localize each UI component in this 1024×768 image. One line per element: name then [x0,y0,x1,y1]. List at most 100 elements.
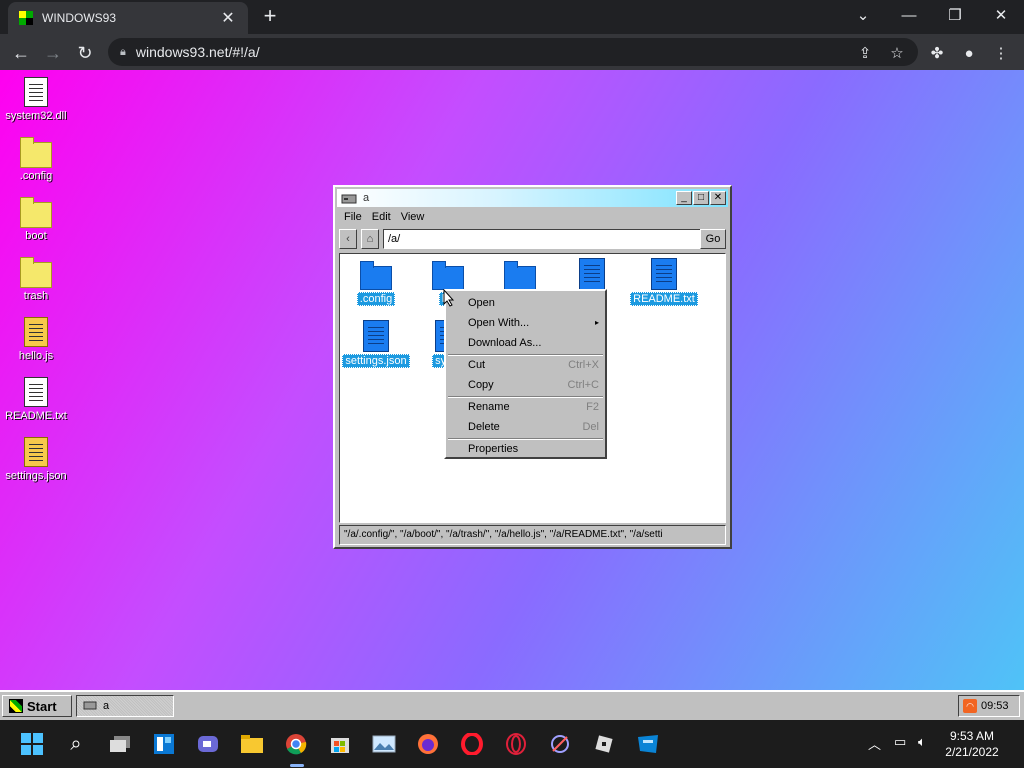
app-blue-icon[interactable] [634,730,662,758]
browser-tabstrip: WINDOWS93 ✕ + ⌄ — ❐ ✕ [0,0,1024,34]
ctx-open[interactable]: Open [468,294,601,312]
file-item-config[interactable]: .config [341,258,411,306]
task-view-icon[interactable] [106,730,134,758]
profile-icon[interactable]: ● [956,40,982,66]
go-button[interactable]: Go [700,229,726,249]
file-item-settings[interactable]: settings.json [341,320,411,368]
clock-time: 9:53 AM [949,729,995,743]
windows93-favicon [18,10,34,26]
task-label: a [103,700,110,712]
os-taskbar: ⌕ ︿ ▭ 🔈︎ 9:53 AM 2/21/2022 [0,720,1024,768]
windows-start-icon[interactable] [18,730,46,758]
active-app-indicator [290,764,304,767]
lock-icon: 🔒︎ [120,45,126,58]
close-window-button[interactable]: ✕ [978,0,1024,30]
desktop-icon-hellojs[interactable]: hello.js [2,316,70,362]
desktop-icon-label: .config [19,170,53,182]
menu-more-icon[interactable]: ⋮ [988,40,1014,66]
js-file-icon [24,317,48,347]
restore-button[interactable]: ❐ [932,0,978,30]
desktop-icon-label: hello.js [18,350,54,362]
roblox-icon[interactable] [590,730,618,758]
chrome-icon[interactable] [282,730,310,758]
ctx-open-with-label: Open With... [468,317,530,329]
ctx-rename[interactable]: Rename F2 [468,398,601,416]
minimize-button[interactable]: — [886,0,932,30]
window-close-button[interactable]: ✕ [710,191,726,205]
firefox-icon[interactable] [414,730,442,758]
file-item-readme[interactable]: README.txt [629,258,699,306]
w93-tray: ◠ 09:53 [958,695,1020,717]
folder-icon [20,197,52,228]
menu-view[interactable]: View [396,209,430,227]
opera-icon[interactable] [458,730,486,758]
desktop-icon-label: system32.dll [5,110,67,122]
status-bar: "/a/.config/", "/a/boot/", "/a/trash/", … [339,525,726,545]
desktop-icon-readme[interactable]: README.txt [2,376,70,422]
file-item-hellojs[interactable] [557,258,627,292]
url-text: windows93.net/#!/a/ [135,44,260,60]
address-bar[interactable]: 🔒︎ windows93.net/#!/a/ [108,38,918,66]
file-item-trash[interactable] [485,258,555,292]
mouse-cursor-icon [443,288,455,312]
desktop-icon-trash[interactable]: trash [2,256,70,302]
file-explorer-icon[interactable] [238,730,266,758]
taskbar-task-a[interactable]: a [76,695,174,717]
window-titlebar[interactable]: a _ □ ✕ [337,189,728,207]
teams-chat-icon[interactable] [194,730,222,758]
text-file-icon [24,377,48,407]
window-minimize-button[interactable]: _ [676,191,692,205]
desktop-icon-config[interactable]: .config [2,136,70,182]
file-label: README.txt [630,292,698,306]
network-icon[interactable]: ▭ [894,734,906,750]
ctx-delete[interactable]: Delete Del [468,418,601,436]
tab-close-icon[interactable]: ✕ [218,8,238,28]
widgets-icon[interactable] [150,730,178,758]
drive-icon [83,700,97,713]
store-icon[interactable] [326,730,354,758]
drive-icon [341,192,357,204]
tab-title: WINDOWS93 [42,11,117,25]
bookmark-star-icon[interactable]: ☆ [884,40,910,66]
photos-icon[interactable] [370,730,398,758]
search-icon[interactable]: ⌕ [62,730,90,758]
desktop-icon-boot[interactable]: boot [2,196,70,242]
snipping-tool-icon[interactable] [546,730,574,758]
explorer-back-button[interactable]: ‹ [339,229,357,249]
file-label: .config [356,292,396,306]
desktop-icon-label: README.txt [5,410,67,422]
ctx-copy-shortcut: Ctrl+C [567,379,599,391]
share-icon[interactable]: ⇪ [852,40,878,66]
home-icon[interactable]: ⌂ [361,229,379,249]
ctx-copy[interactable]: Copy Ctrl+C [468,376,601,394]
ctx-delete-shortcut: Del [582,421,599,433]
chevron-up-icon[interactable]: ︿ [868,734,881,753]
extensions-icon[interactable]: ✤ [924,40,950,66]
window-maximize-button[interactable]: □ [693,191,709,205]
desktop-icon-settings[interactable]: settings.json [2,436,70,482]
new-tab-button[interactable]: + [258,5,282,29]
opera-gx-icon[interactable] [502,730,530,758]
file-icon [579,258,605,290]
desktop-icon-system32[interactable]: system32.dll [2,76,70,122]
window-title: a [363,192,370,204]
menu-file[interactable]: File [339,209,367,227]
start-button[interactable]: Start [2,695,72,717]
ctx-open-with[interactable]: Open With... ▸ [468,314,601,332]
os-clock[interactable]: 9:53 AM 2/21/2022 [940,728,1004,760]
ctx-download-as[interactable]: Download As... [468,334,601,352]
ctx-cut[interactable]: Cut Ctrl+X [468,356,601,374]
desktop-icon-label: boot [25,230,47,242]
folder-icon [504,261,536,290]
ctx-properties[interactable]: Properties [468,440,601,458]
reload-button[interactable]: ↻ [72,40,98,66]
volume-icon[interactable]: 🔈︎ [918,734,926,750]
back-button[interactable]: ← [8,40,34,66]
tab-search-icon[interactable]: ⌄ [840,0,886,30]
path-input[interactable]: /a/ [383,229,701,249]
menu-edit[interactable]: Edit [367,209,396,227]
context-menu: Open Open With... ▸ Download As... Cut C… [444,289,607,459]
forward-button[interactable]: → [40,40,66,66]
rss-icon[interactable]: ◠ [963,699,977,713]
browser-tab[interactable]: WINDOWS93 ✕ [8,2,248,34]
